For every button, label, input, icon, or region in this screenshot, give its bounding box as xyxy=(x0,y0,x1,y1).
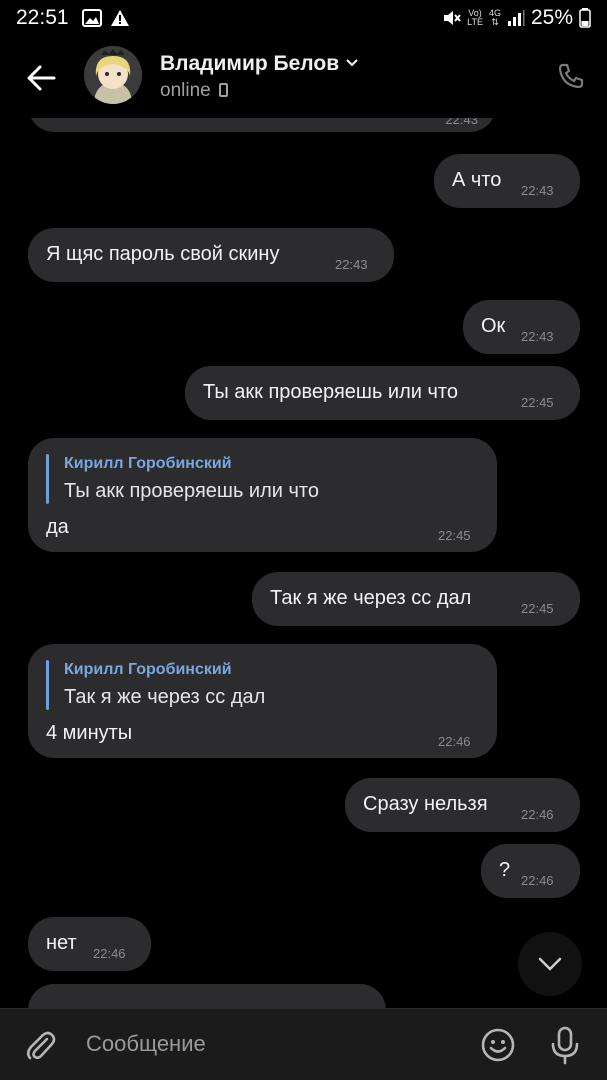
contact-status: online xyxy=(160,80,228,102)
chat-header: Владимир Белов online xyxy=(0,40,607,118)
battery-icon xyxy=(579,8,591,28)
message-time: 22:46 xyxy=(93,946,126,961)
message-bubble-incoming[interactable] xyxy=(28,984,386,1008)
message-bubble-outgoing[interactable]: Ты акк проверяешь или что 22:45 xyxy=(185,366,580,420)
message-time: 22:45 xyxy=(521,395,554,410)
message-bubble-incoming-reply[interactable]: Кирилл Горобинский Ты акк проверяешь или… xyxy=(28,438,497,552)
message-text: да xyxy=(46,516,69,538)
message-text: Так я же через сс дал xyxy=(270,587,472,609)
reply-author: Кирилл Горобинский xyxy=(64,661,232,678)
status-bar: 22:51 Vo) LTE 4G ⇅ 25% xyxy=(0,0,607,40)
message-time: 22:45 xyxy=(521,601,554,616)
reply-author: Кирилл Горобинский xyxy=(64,455,232,472)
mobile-device-icon xyxy=(218,83,228,97)
scroll-to-bottom-button[interactable] xyxy=(518,932,582,996)
warning-icon xyxy=(111,10,129,26)
avatar-image xyxy=(84,46,142,104)
phone-call-icon[interactable] xyxy=(557,62,585,90)
message-bubble-incoming[interactable]: Я щяс пароль свой скину 22:43 xyxy=(28,228,394,282)
message-text: Ок xyxy=(481,315,506,337)
emoji-icon[interactable] xyxy=(480,1027,516,1063)
message-bubble-incoming[interactable]: нет 22:46 xyxy=(28,917,151,971)
message-text: Я щяс пароль свой скину xyxy=(46,243,280,265)
message-bubble-outgoing[interactable]: ? 22:46 xyxy=(481,844,580,898)
message-time: 22:43 xyxy=(521,329,554,344)
message-time: 22:46 xyxy=(521,873,554,888)
reply-text: Так я же через сс дал xyxy=(64,686,266,708)
signal-icon xyxy=(507,10,525,26)
volte-indicator: Vo) LTE xyxy=(467,8,483,27)
message-bubble-outgoing[interactable]: Так я же через сс дал 22:45 xyxy=(252,572,580,626)
contact-name[interactable]: Владимир Белов xyxy=(160,52,359,76)
message-input[interactable]: Сообщение xyxy=(86,1031,206,1057)
message-time: 22:46 xyxy=(438,734,471,749)
reply-text: Ты акк проверяешь или что xyxy=(64,480,319,502)
message-time: 22:45 xyxy=(438,528,471,543)
battery-percent: 25% xyxy=(530,6,573,29)
microphone-icon[interactable] xyxy=(548,1025,582,1065)
message-text: Сразу нельзя xyxy=(363,793,488,815)
status-time: 22:51 xyxy=(16,6,69,29)
network-4g-indicator: 4G ⇅ xyxy=(488,8,501,27)
chevron-down-icon xyxy=(538,957,562,971)
message-bubble-outgoing[interactable]: А что 22:43 xyxy=(434,154,580,208)
message-composer: Сообщение xyxy=(0,1008,607,1080)
message-bubble-incoming[interactable]: 22:43 xyxy=(28,118,496,132)
image-icon xyxy=(82,9,102,27)
mute-icon xyxy=(444,11,461,25)
message-text: нет xyxy=(46,932,77,954)
message-time: 22:43 xyxy=(521,183,554,198)
message-text: 4 минуты xyxy=(46,722,133,744)
message-text: ? xyxy=(499,859,511,881)
message-bubble-outgoing[interactable]: Ок 22:43 xyxy=(463,300,580,354)
chevron-down-icon[interactable] xyxy=(345,58,359,68)
message-time: 22:43 xyxy=(445,118,478,127)
reply-quote-bar xyxy=(46,660,49,710)
avatar[interactable] xyxy=(84,46,142,104)
message-time: 22:46 xyxy=(521,807,554,822)
reply-quote-bar xyxy=(46,454,49,504)
message-bubble-incoming-reply[interactable]: Кирилл Горобинский Так я же через сс дал… xyxy=(28,644,497,758)
message-text: А что xyxy=(452,169,502,191)
message-bubble-outgoing[interactable]: Сразу нельзя 22:46 xyxy=(345,778,580,832)
paperclip-icon[interactable] xyxy=(24,1029,58,1063)
message-time: 22:43 xyxy=(335,257,368,272)
message-text: Ты акк проверяешь или что xyxy=(203,381,458,403)
message-list[interactable]: 22:43 А что 22:43 Я щяс пароль свой скин… xyxy=(0,118,607,1008)
back-arrow-icon[interactable] xyxy=(24,58,60,98)
